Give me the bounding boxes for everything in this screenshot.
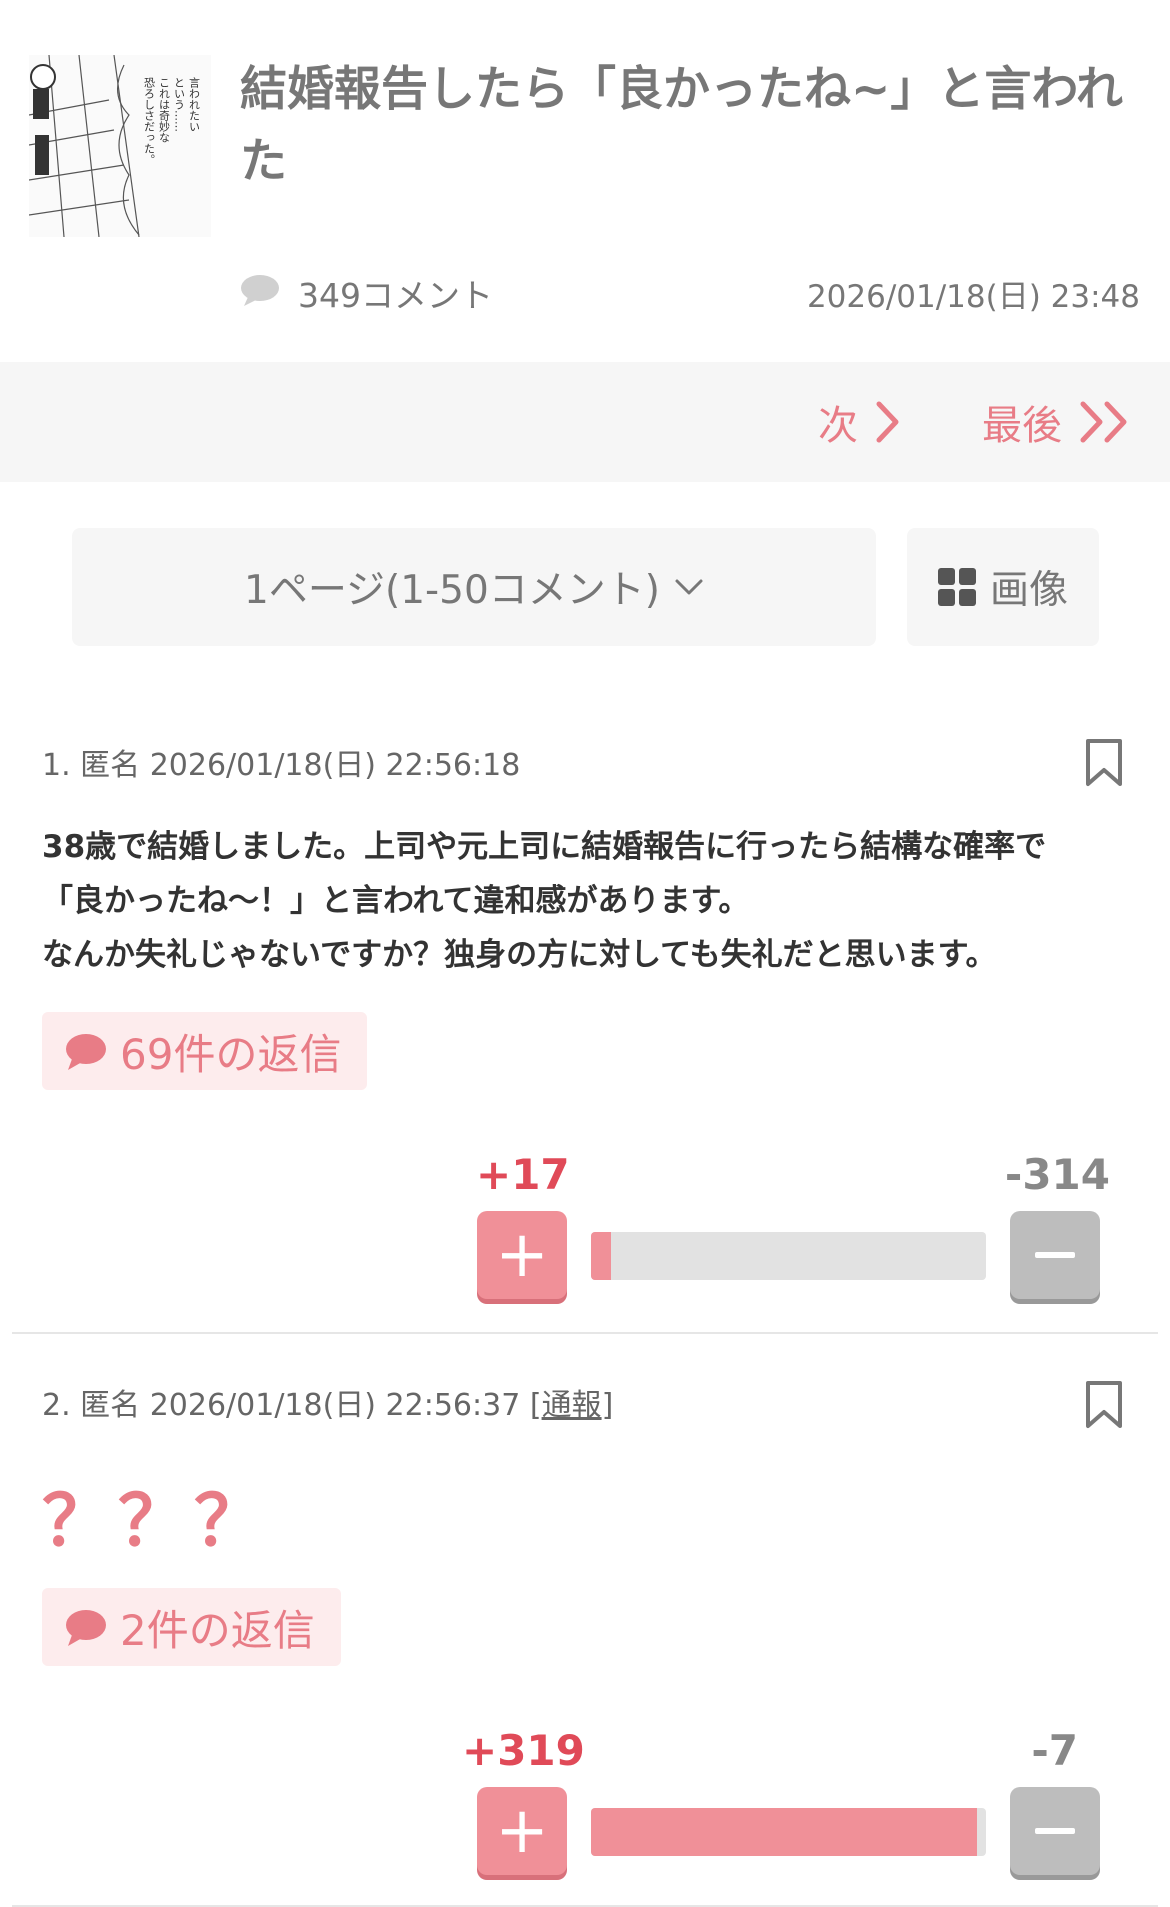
report-link[interactable]: 通報: [542, 1388, 602, 1423]
comment-header: 2. 匿名 2026/01/18(日) 22:56:37 [通報]: [42, 1380, 613, 1424]
vote-ratio-bar: [591, 1232, 986, 1280]
speech-bubble-icon: [66, 1034, 106, 1070]
replies-count: 2件の返信: [120, 1605, 315, 1655]
thread-header: 言われたい という…… これは奇妙な 恐ろしさだった。 結婚報告したら「良かった…: [0, 0, 1170, 360]
report-bracket-open: [: [529, 1388, 542, 1423]
comment-body: 38歳で結婚しました。上司や元上司に結婚報告に行ったら結構な確率で 「良かったね…: [42, 820, 1132, 982]
thread-date: 2026/01/18(日) 23:48: [806, 279, 1140, 315]
bookmark-icon[interactable]: [1084, 738, 1124, 788]
comment-body-line: 「良かったね～！」と言われて違和感があります。: [42, 883, 750, 919]
speech-bubble-icon: [66, 1610, 106, 1646]
page-nav: 次 最後: [0, 362, 1170, 482]
grid-icon: [937, 568, 976, 606]
comment-header: 1. 匿名 2026/01/18(日) 22:56:18: [42, 748, 521, 783]
next-label: 次: [818, 403, 858, 449]
comment-divider: [12, 1332, 1158, 1334]
vote-ratio-bar: [591, 1808, 986, 1856]
svg-text:言われたい: 言われたい: [188, 77, 201, 132]
image-view-button[interactable]: 画像: [907, 528, 1099, 646]
replies-button[interactable]: 2件の返信: [42, 1588, 341, 1666]
svg-text:という……: という……: [173, 77, 186, 132]
svg-text:恐ろしさだった。: 恐ろしさだった。: [143, 77, 156, 165]
svg-text:これは奇妙な: これは奇妙な: [158, 77, 171, 143]
plus-vote-button[interactable]: +: [477, 1211, 567, 1299]
comment-count: 349コメント: [298, 276, 493, 315]
vote-ratio-fill: [591, 1808, 978, 1856]
last-label: 最後: [982, 403, 1062, 449]
minus-count: -7: [1031, 1726, 1078, 1775]
thread-thumbnail[interactable]: 言われたい という…… これは奇妙な 恐ろしさだった。: [29, 55, 211, 237]
replies-count: 69件の返信: [120, 1029, 342, 1079]
minus-count: -314: [1004, 1150, 1110, 1199]
replies-button[interactable]: 69件の返信: [42, 1012, 368, 1090]
bookmark-icon[interactable]: [1084, 1380, 1124, 1430]
manga-panel-thumbnail: 言われたい という…… これは奇妙な 恐ろしさだった。: [29, 55, 211, 237]
report-bracket-close: ]: [601, 1388, 614, 1423]
comment-body-line: なんか失礼じゃないですか？独身の方に対しても失礼だと思います。: [42, 937, 997, 973]
thread-meta: 349コメント 2026/01/18(日) 23:48: [240, 265, 1140, 315]
vote-ratio-fill: [591, 1232, 612, 1280]
comment-header-text: 2. 匿名 2026/01/18(日) 22:56:37: [42, 1388, 521, 1423]
thread-title: 結婚報告したら「良かったね~」と言われた: [240, 62, 1124, 189]
page-select-dropdown[interactable]: 1ページ(1-50コメント): [72, 528, 876, 646]
minus-vote-button[interactable]: [1010, 1787, 1100, 1875]
comment-body-line: 38歳で結婚しました。上司や元上司に結婚報告に行ったら結構な確率で: [42, 829, 1047, 865]
last-page-link[interactable]: 最後: [982, 392, 1132, 452]
comment-body: ？？？: [42, 1480, 270, 1562]
chevron-down-icon: [675, 579, 703, 595]
chevron-right-icon: [876, 401, 899, 443]
minus-vote-button[interactable]: [1010, 1211, 1100, 1299]
plus-vote-button[interactable]: +: [477, 1787, 567, 1875]
page-select-label: 1ページ(1-50コメント): [244, 568, 660, 613]
next-page-link[interactable]: 次: [818, 392, 900, 452]
plus-count: +319: [462, 1726, 585, 1775]
speech-bubble-icon: [241, 275, 279, 306]
plus-count: +17: [476, 1150, 570, 1199]
image-button-label: 画像: [989, 568, 1068, 613]
double-chevron-right-icon: [1080, 401, 1127, 443]
